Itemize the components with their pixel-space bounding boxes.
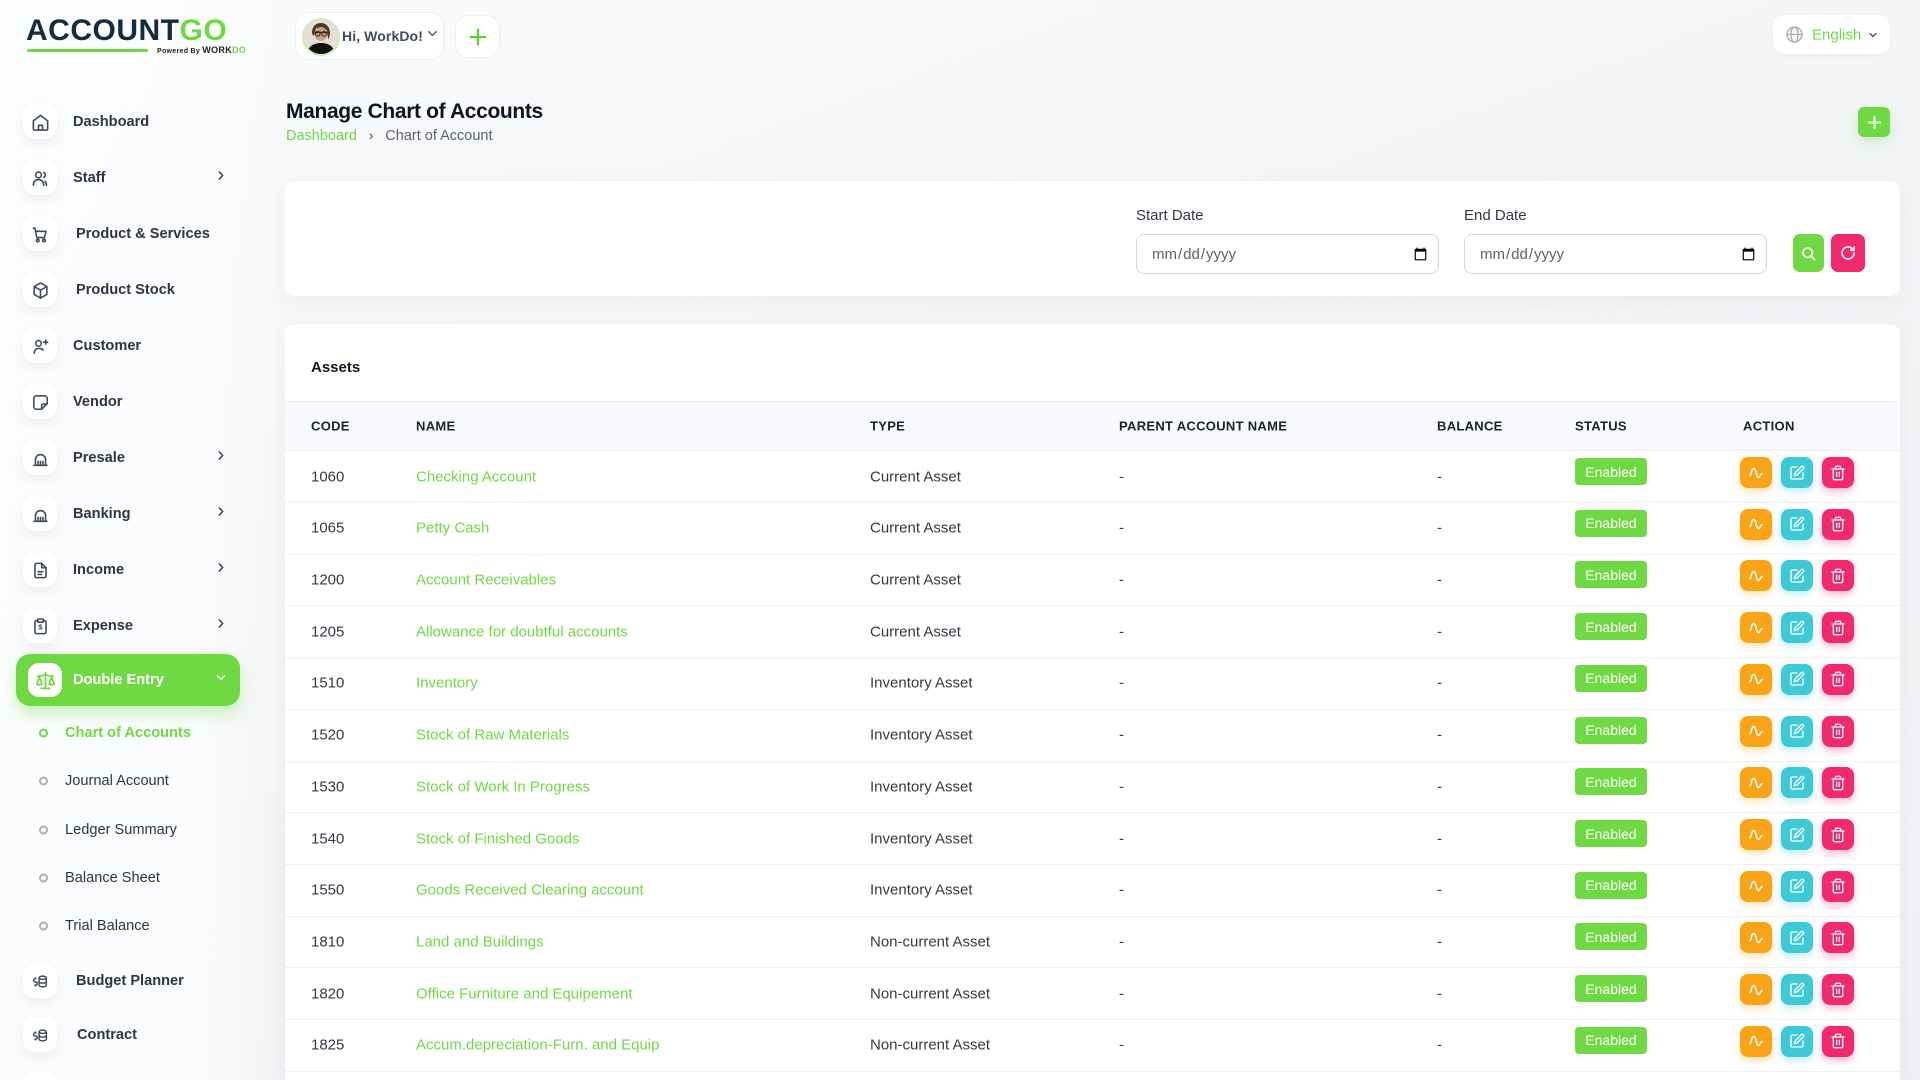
svg-text:$: $ (38, 622, 43, 631)
